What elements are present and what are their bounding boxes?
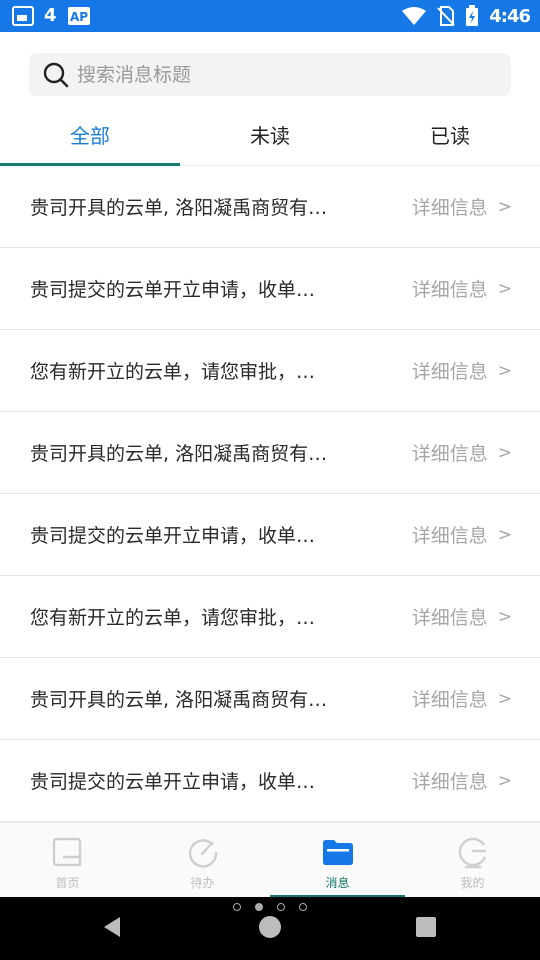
list-item[interactable]: 贵司开具的云单, 洛阳凝禹商贸有… 详细信息 > [0,412,540,494]
list-item[interactable]: 您有新开立的云单，请您审批，… 详细信息 > [0,330,540,412]
page-dot [233,903,241,911]
page-dot [277,903,285,911]
bottom-nav: 首页 待办 消息 我的 [0,822,540,898]
chevron-right-icon: > [497,770,512,791]
nav-label: 待办 [190,876,215,890]
message-title: 贵司提交的云单开立申请，收单… [30,279,316,301]
chevron-right-icon: > [497,606,512,627]
nav-home[interactable]: 首页 [0,823,135,898]
list-item[interactable]: 贵司提交的云单开立申请，收单… 详细信息 > [0,494,540,576]
list-item[interactable]: 贵司开具的云单, 洛阳凝禹商贸有… 详细信息 > [0,658,540,740]
app-notification-icon: AP [67,6,90,25]
status-time: 4:46 [489,5,531,27]
tab-read[interactable]: 已读 [360,108,540,165]
search-input[interactable] [77,63,477,86]
nav-label: 首页 [55,876,80,890]
battery-charging-icon [466,5,479,26]
message-title: 贵司开具的云单, 洛阳凝禹商贸有… [30,197,328,219]
detail-label: 详细信息 [411,689,488,711]
svg-text:AP: AP [69,10,87,24]
nav-label: 我的 [460,876,485,890]
detail-label: 详细信息 [411,771,488,793]
status-left: 4 AP [12,5,91,26]
detail-link[interactable]: 详细信息 > [412,193,512,220]
home-icon [52,837,81,867]
search-icon [43,62,69,87]
list-item[interactable]: 贵司开具的云单, 洛阳凝禹商贸有… 详细信息 > [0,166,540,248]
nav-todo[interactable]: 待办 [135,823,270,898]
list-item[interactable]: 您有新开立的云单，请您审批，… 详细信息 > [0,576,540,658]
message-title: 贵司开具的云单, 洛阳凝禹商贸有… [30,689,328,711]
recents-icon[interactable] [416,917,436,937]
message-list: 贵司开具的云单, 洛阳凝禹商贸有… 详细信息 > 贵司提交的云单开立申请，收单… … [0,166,540,822]
detail-link[interactable]: 详细信息 > [412,275,512,302]
page-dot-active [255,903,263,911]
chevron-right-icon: > [497,196,512,217]
message-tabs: 全部 未读 已读 [0,108,540,166]
home-button-icon[interactable] [259,916,281,938]
status-bar: 4 AP 4:46 [0,0,540,32]
chevron-right-icon: > [497,524,512,545]
back-icon[interactable] [100,915,124,939]
detail-link[interactable]: 详细信息 > [412,521,512,548]
page-dot [299,903,307,911]
list-item[interactable]: 贵司提交的云单开立申请，收单… 详细信息 > [0,740,540,822]
todo-icon [188,839,217,868]
page-indicator [0,903,540,911]
detail-label: 详细信息 [411,607,488,629]
tab-all[interactable]: 全部 [0,108,180,166]
image-notification-icon [12,5,34,26]
message-title: 贵司提交的云单开立申请，收单… [30,771,316,793]
nav-messages[interactable]: 消息 [270,823,405,898]
chevron-right-icon: > [497,688,512,709]
chevron-right-icon: > [497,442,512,463]
list-item[interactable]: 贵司提交的云单开立申请，收单… 详细信息 > [0,248,540,330]
no-sim-icon [437,6,455,26]
nav-profile[interactable]: 我的 [405,823,540,898]
message-title: 贵司提交的云单开立申请，收单… [30,525,316,547]
folder-icon [322,840,353,865]
system-nav-bar [0,897,540,960]
message-title: 您有新开立的云单，请您审批，… [30,361,316,383]
message-title: 贵司开具的云单, 洛阳凝禹商贸有… [30,443,328,465]
detail-label: 详细信息 [411,197,488,219]
detail-link[interactable]: 详细信息 > [412,357,512,384]
status-right: 4:46 [401,5,531,27]
search-bar[interactable] [29,53,511,96]
detail-link[interactable]: 详细信息 > [412,439,512,466]
chevron-right-icon: > [497,360,512,381]
wifi-icon [402,7,427,25]
profile-icon [458,837,486,869]
detail-link[interactable]: 详细信息 > [412,685,512,712]
detail-label: 详细信息 [411,279,488,301]
status-number: 4 [44,5,57,26]
detail-label: 详细信息 [411,525,488,547]
tab-unread[interactable]: 未读 [180,108,360,165]
detail-label: 详细信息 [411,361,488,383]
detail-link[interactable]: 详细信息 > [412,767,512,794]
detail-label: 详细信息 [411,443,488,465]
chevron-right-icon: > [497,278,512,299]
detail-link[interactable]: 详细信息 > [412,603,512,630]
nav-label: 消息 [325,876,350,890]
message-title: 您有新开立的云单，请您审批，… [30,607,316,629]
